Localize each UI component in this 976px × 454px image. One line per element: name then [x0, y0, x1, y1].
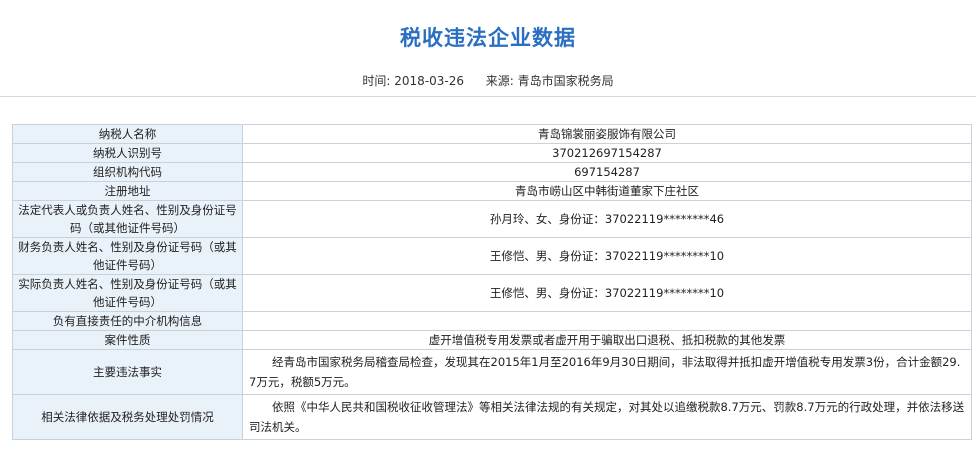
table-row: 相关法律依据及税务处理处罚情况 依照《中华人民共和国税收征收管理法》等相关法律法…	[12, 394, 972, 440]
table-row: 组织机构代码 697154287	[12, 162, 972, 182]
table-row: 主要违法事实 经青岛市国家税务局稽查局检查，发现其在2015年1月至2016年9…	[12, 349, 972, 395]
taxpayer-info-table: 纳税人名称 青岛锦裳丽姿服饰有限公司 纳税人识别号 37021269715428…	[12, 124, 972, 440]
source-label: 来源:	[485, 74, 514, 88]
row-label: 相关法律依据及税务处理处罚情况	[12, 394, 243, 440]
table-row: 负有直接责任的中介机构信息	[12, 311, 972, 331]
table-row: 注册地址 青岛市崂山区中韩街道董家下庄社区	[12, 181, 972, 201]
row-value	[242, 311, 972, 331]
table-row: 纳税人名称 青岛锦裳丽姿服饰有限公司	[12, 124, 972, 144]
row-value: 孙月玲、女、身份证：37022119********46	[242, 200, 972, 238]
row-value: 青岛锦裳丽姿服饰有限公司	[242, 124, 972, 144]
row-label: 财务负责人姓名、性别及身份证号码（或其他证件号码）	[12, 237, 243, 275]
table-row: 实际负责人姓名、性别及身份证号码（或其他证件号码） 王修恺、男、身份证：3702…	[12, 274, 972, 312]
row-value: 青岛市崂山区中韩街道董家下庄社区	[242, 181, 972, 201]
table-row: 纳税人识别号 370212697154287	[12, 143, 972, 163]
row-value: 697154287	[242, 162, 972, 182]
row-label: 负有直接责任的中介机构信息	[12, 311, 243, 331]
row-value: 经青岛市国家税务局稽查局检查，发现其在2015年1月至2016年9月30日期间，…	[242, 349, 972, 395]
page-title: 税收违法企业数据	[400, 26, 576, 50]
row-value: 虚开增值税专用发票或者虚开用于骗取出口退税、抵扣税款的其他发票	[242, 330, 972, 350]
row-label: 注册地址	[12, 181, 243, 201]
meta-line: 时间: 2018-03-26 来源: 青岛市国家税务局	[0, 72, 976, 89]
table-row: 财务负责人姓名、性别及身份证号码（或其他证件号码） 王修恺、男、身份证：3702…	[12, 237, 972, 275]
time-label: 时间:	[362, 74, 391, 88]
row-value: 王修恺、男、身份证：37022119********10	[242, 237, 972, 275]
row-label: 纳税人名称	[12, 124, 243, 144]
row-value: 370212697154287	[242, 143, 972, 163]
page: 税收违法企业数据 时间: 2018-03-26 来源: 青岛市国家税务局 纳税人…	[0, 0, 976, 454]
row-label: 法定代表人或负责人姓名、性别及身份证号码（或其他证件号码）	[12, 200, 243, 238]
row-label: 主要违法事实	[12, 349, 243, 395]
table-row: 法定代表人或负责人姓名、性别及身份证号码（或其他证件号码） 孙月玲、女、身份证：…	[12, 200, 972, 238]
row-label: 组织机构代码	[12, 162, 243, 182]
time-value: 2018-03-26	[394, 74, 465, 88]
row-label: 案件性质	[12, 330, 243, 350]
header-divider	[0, 96, 976, 97]
table-row: 案件性质 虚开增值税专用发票或者虚开用于骗取出口退税、抵扣税款的其他发票	[12, 330, 972, 350]
row-value: 王修恺、男、身份证：37022119********10	[242, 274, 972, 312]
row-value: 依照《中华人民共和国税收征收管理法》等相关法律法规的有关规定，对其处以追缴税款8…	[242, 394, 972, 440]
row-label: 实际负责人姓名、性别及身份证号码（或其他证件号码）	[12, 274, 243, 312]
source-value: 青岛市国家税务局	[517, 74, 614, 88]
row-label: 纳税人识别号	[12, 143, 243, 163]
